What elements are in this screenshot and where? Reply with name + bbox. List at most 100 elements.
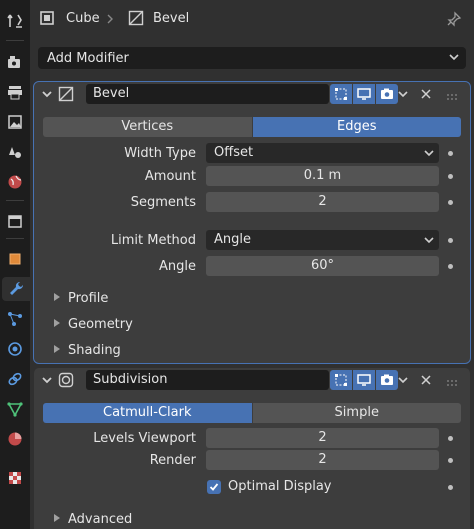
levels-viewport-field[interactable]: 2	[206, 428, 439, 448]
angle-field[interactable]: 60°	[206, 256, 439, 276]
bevel-name-field[interactable]: Bevel	[86, 84, 329, 104]
amount-field[interactable]: 0.1 m	[206, 166, 439, 186]
close-icon[interactable]	[420, 88, 432, 104]
physics-tab[interactable]	[3, 337, 27, 361]
edit-mode-toggle[interactable]	[330, 370, 352, 390]
edit-mode-toggle[interactable]	[330, 84, 352, 104]
tool-icon	[7, 14, 22, 28]
amount-decorator[interactable]	[448, 174, 453, 179]
simple-option[interactable]: Simple	[252, 403, 461, 423]
viewport-toggle[interactable]	[353, 370, 375, 390]
tool-settings-tab[interactable]	[3, 9, 27, 33]
monitor-icon	[357, 374, 371, 386]
output-tab[interactable]	[3, 80, 27, 104]
viewport-toggle[interactable]	[353, 84, 375, 104]
width-type-label: Width Type	[124, 146, 196, 161]
modifier-tab[interactable]	[2, 277, 30, 301]
camera-icon	[381, 374, 393, 385]
geometry-subpanel[interactable]: Geometry	[54, 317, 133, 332]
image-icon	[8, 115, 22, 129]
limit-method-dropdown[interactable]: Angle	[206, 230, 439, 250]
render-toggle[interactable]	[376, 84, 398, 104]
affect-selector: Vertices Edges	[43, 117, 461, 137]
properties-tab-strip	[0, 0, 30, 529]
profile-subpanel[interactable]: Profile	[54, 291, 108, 306]
add-modifier-button[interactable]: Add Modifier	[38, 47, 466, 69]
camera-icon	[381, 88, 393, 99]
subdivision-panel-header[interactable]: Subdivision	[34, 368, 470, 394]
affect-vertices-option[interactable]: Vertices	[43, 117, 252, 137]
breadcrumb-separator-icon	[106, 14, 114, 24]
render-tab[interactable]	[3, 50, 27, 74]
constraint-link-icon	[8, 372, 22, 386]
texture-tab[interactable]	[3, 466, 27, 490]
view-layer-tab[interactable]	[3, 110, 27, 134]
bevel-icon	[128, 10, 144, 26]
pin-icon[interactable]	[446, 11, 462, 27]
catmull-clark-option[interactable]: Catmull-Clark	[43, 403, 252, 423]
bevel-modifier-panel: Bevel Vertices Edges Width Type Offset A…	[33, 81, 471, 364]
advanced-label: Advanced	[68, 512, 133, 527]
collection-tab[interactable]	[3, 209, 27, 233]
render-toggle[interactable]	[376, 370, 398, 390]
expand-triangle-icon	[54, 514, 60, 522]
collapse-chevron-icon[interactable]	[41, 88, 53, 104]
modifier-menu-chevron-icon[interactable]	[397, 88, 409, 104]
width-type-decorator[interactable]	[448, 151, 453, 156]
close-icon[interactable]	[420, 374, 432, 390]
width-type-dropdown[interactable]: Offset	[206, 143, 439, 163]
drag-grip-icon[interactable]	[446, 90, 458, 100]
geometry-label: Geometry	[68, 317, 133, 332]
edit-mode-icon	[335, 88, 347, 100]
expand-triangle-icon	[54, 345, 60, 353]
subdivision-icon	[58, 372, 74, 392]
shading-label: Shading	[68, 343, 121, 358]
object-square-icon	[39, 10, 55, 26]
limit-method-decorator[interactable]	[448, 238, 453, 243]
world-tab[interactable]	[3, 170, 27, 194]
subdivision-name-field[interactable]: Subdivision	[86, 370, 329, 390]
expand-triangle-icon	[54, 293, 60, 301]
printer-icon	[8, 86, 22, 100]
segments-field[interactable]: 2	[206, 192, 439, 212]
angle-decorator[interactable]	[448, 264, 453, 269]
monitor-icon	[357, 88, 371, 100]
scene-icon	[9, 147, 21, 158]
optimal-display-decorator[interactable]	[448, 485, 453, 490]
optimal-display-checkbox[interactable]	[207, 480, 221, 494]
segments-decorator[interactable]	[448, 200, 453, 205]
constraints-tab[interactable]	[3, 367, 27, 391]
limit-method-value: Angle	[214, 232, 251, 247]
scene-tab[interactable]	[3, 140, 27, 164]
checkmark-icon	[209, 483, 219, 491]
amount-label: Amount	[144, 169, 196, 184]
optimal-display-label[interactable]: Optimal Display	[228, 479, 332, 494]
data-tab[interactable]	[3, 397, 27, 421]
render-camera-icon	[8, 56, 20, 68]
chevron-down-icon	[423, 233, 435, 253]
modifier-menu-chevron-icon[interactable]	[397, 374, 409, 390]
collection-box-icon	[8, 215, 22, 228]
modifier-properties-panel: Cube Bevel Add Modifier Bevel Vertices E…	[30, 0, 474, 529]
levels-viewport-decorator[interactable]	[448, 436, 453, 441]
add-modifier-label: Add Modifier	[47, 50, 129, 66]
particles-tab[interactable]	[3, 307, 27, 331]
drag-grip-icon[interactable]	[446, 376, 458, 386]
render-levels-decorator[interactable]	[448, 458, 453, 463]
render-levels-field[interactable]: 2	[206, 450, 439, 470]
material-tab[interactable]	[3, 427, 27, 451]
width-type-value: Offset	[214, 145, 254, 160]
advanced-subpanel[interactable]: Advanced	[54, 512, 132, 527]
segments-label: Segments	[130, 195, 196, 210]
subdivision-modifier-panel: Subdivision Catmull-Clark Simple Levels …	[34, 368, 470, 529]
breadcrumb: Cube Bevel	[30, 0, 474, 38]
subdivision-display-toggles	[330, 370, 398, 390]
collapse-chevron-icon[interactable]	[41, 374, 53, 390]
affect-edges-option[interactable]: Edges	[252, 117, 461, 137]
object-tab[interactable]	[3, 247, 27, 271]
particles-icon	[8, 312, 22, 326]
levels-viewport-label: Levels Viewport	[93, 431, 196, 446]
bevel-panel-header[interactable]: Bevel	[34, 82, 470, 108]
shading-subpanel[interactable]: Shading	[54, 343, 121, 358]
bevel-display-toggles	[330, 84, 398, 104]
